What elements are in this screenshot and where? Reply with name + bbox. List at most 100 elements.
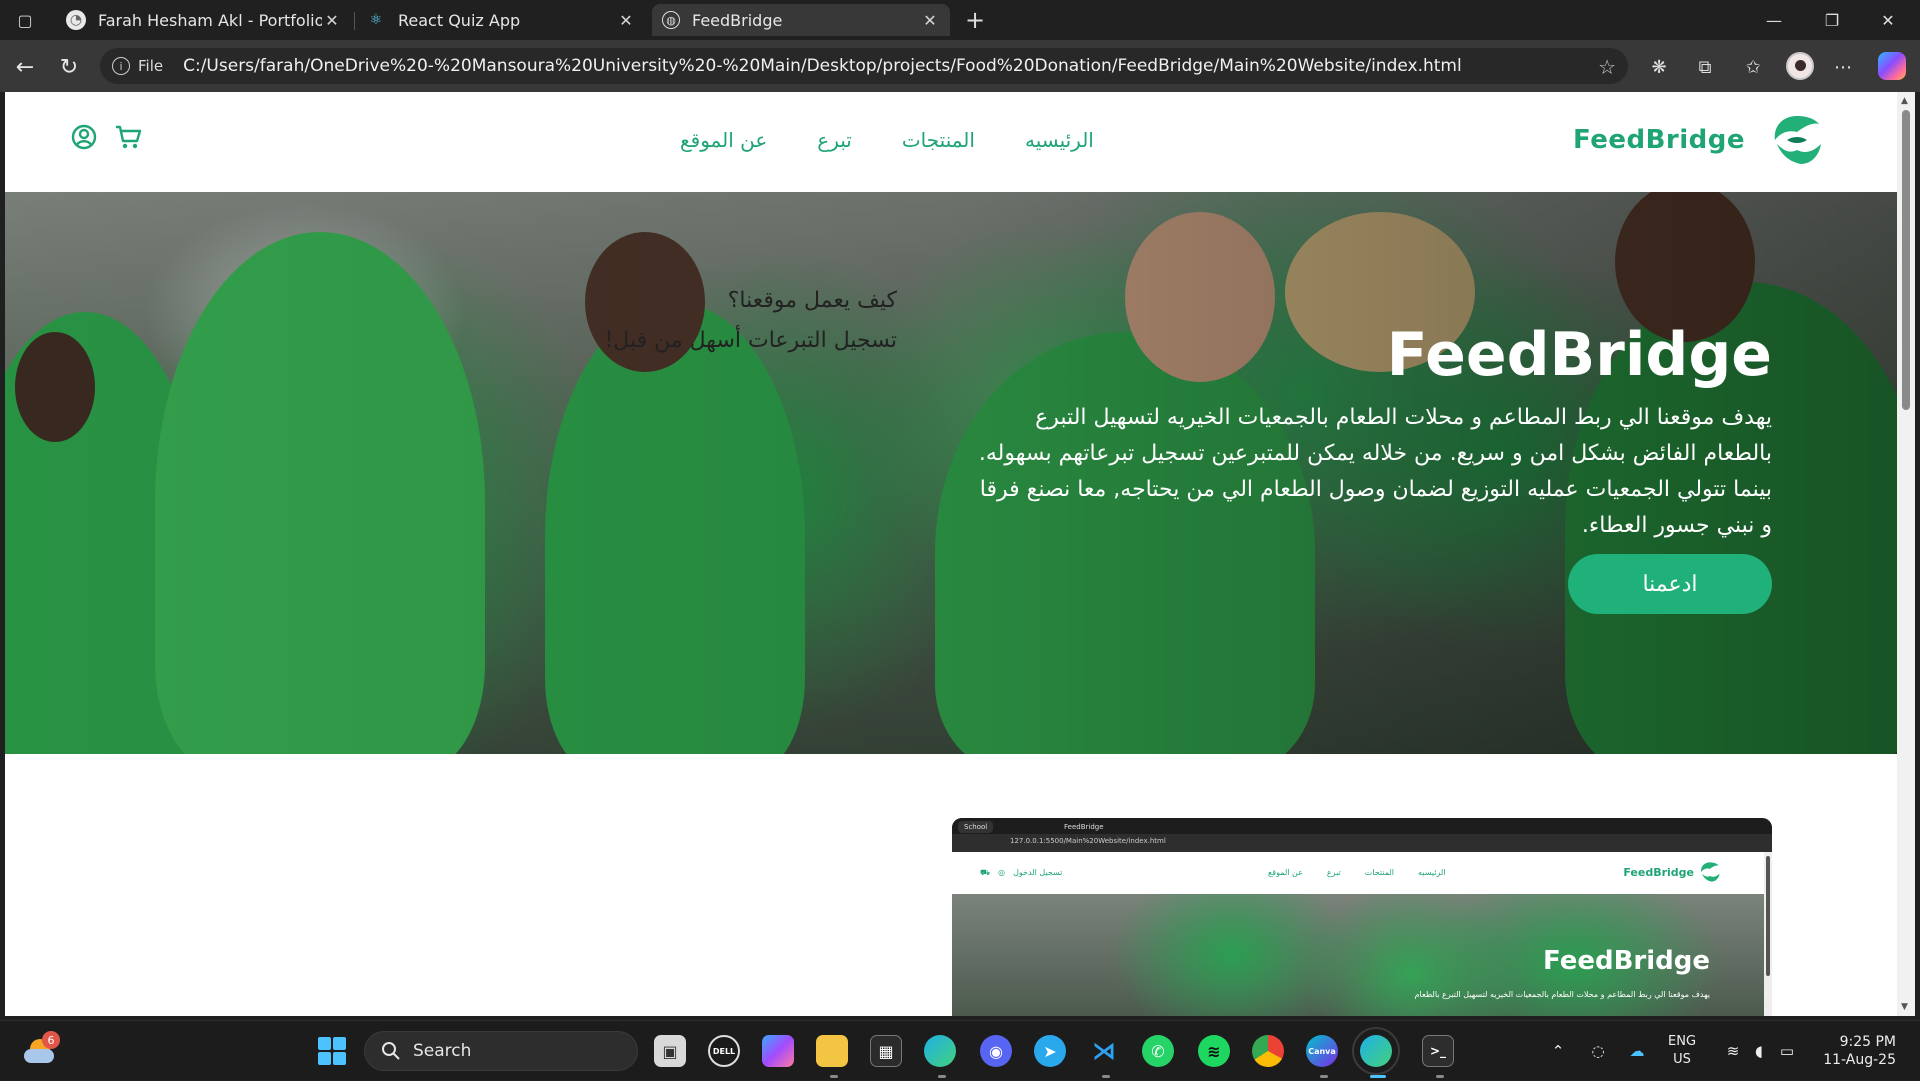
address-bar[interactable]: i File C:/Users/farah/OneDrive%20-%20Man…	[100, 48, 1628, 84]
react-favicon-icon: ⚛	[369, 12, 383, 28]
search-placeholder: Search	[413, 1041, 472, 1061]
tab-react-quiz[interactable]: ⚛ React Quiz App ✕	[356, 4, 646, 36]
clock-time: 9:25 PM	[1839, 1034, 1896, 1050]
info-icon[interactable]: i	[112, 57, 130, 75]
copilot-icon[interactable]	[1878, 52, 1906, 80]
scroll-up-icon[interactable]: ▲	[1901, 96, 1908, 106]
brand-name: FeedBridge	[1573, 125, 1745, 155]
clock-date: 11-Aug-25	[1823, 1052, 1896, 1068]
show-hidden-icons-chevron-icon[interactable]: ⌃	[1544, 1021, 1572, 1081]
extension-gear-icon[interactable]: ❋	[1644, 52, 1674, 82]
preview-scrollbar	[1764, 852, 1772, 1016]
nav-donate[interactable]: تبرع	[817, 128, 852, 152]
close-icon[interactable]: ✕	[920, 11, 940, 30]
user-account-icon[interactable]	[69, 122, 99, 152]
running-indicator	[1320, 1075, 1328, 1078]
browser-titlebar: ▢ ◔ Farah Hesham Akl - Portfolio ✕ ⚛ Rea…	[0, 0, 1920, 40]
battery-icon[interactable]: ▭	[1774, 1021, 1800, 1081]
running-indicator	[938, 1075, 946, 1078]
terminal-icon[interactable]: >_	[1422, 1035, 1454, 1067]
dell-icon[interactable]: DELL	[708, 1035, 740, 1067]
how-it-works-title: كيف يعمل موقعنا؟	[727, 288, 897, 313]
edge-icon[interactable]	[1352, 1027, 1400, 1075]
preview-tab-feedbridge: FeedBridge	[1064, 823, 1104, 831]
preview-header: FeedBridge الرئيسيه المنتجات تبرع عن الم…	[952, 852, 1764, 894]
preview-user-icon: ◎	[998, 868, 1006, 877]
minimize-button[interactable]: —	[1752, 6, 1796, 34]
preview-nav: الرئيسيه المنتجات تبرع عن الموقع	[1268, 868, 1446, 877]
favorites-icon[interactable]: ✩	[1738, 52, 1768, 82]
input-language-indicator[interactable]: ENG US	[1668, 1033, 1696, 1069]
new-tab-button[interactable]: +	[962, 6, 988, 34]
copilot-app-icon[interactable]	[762, 1035, 794, 1067]
windows-start-icon[interactable]	[318, 1037, 346, 1065]
tab-feedbridge[interactable]: ◍ FeedBridge ✕	[652, 4, 950, 36]
nav-home[interactable]: الرئيسيه	[1025, 128, 1094, 152]
vscode-icon[interactable]: ⋊	[1088, 1035, 1120, 1067]
site-preview-screenshot: School FeedBridge 127.0.0.1:5500/Main%20…	[952, 818, 1772, 1016]
preview-nav-home: الرئيسيه	[1417, 868, 1446, 877]
restore-button[interactable]: ❐	[1810, 6, 1854, 34]
preview-hero	[952, 894, 1764, 1016]
spotify-icon[interactable]: ≋	[1198, 1035, 1230, 1067]
whatsapp-icon[interactable]: ✆	[1142, 1035, 1174, 1067]
preview-cart-icon: ⛟	[980, 868, 991, 877]
scrollbar-thumb[interactable]	[1902, 110, 1910, 410]
support-us-button[interactable]: ادعمنا	[1568, 554, 1772, 614]
chrome-icon[interactable]	[1252, 1035, 1284, 1067]
file-explorer-icon[interactable]	[816, 1035, 848, 1067]
microsoft-store-icon[interactable]: ▦	[870, 1035, 902, 1067]
url-text[interactable]: C:/Users/farah/OneDrive%20-%20Mansoura%2…	[183, 56, 1462, 76]
running-indicator	[1102, 1075, 1110, 1078]
running-indicator	[830, 1075, 838, 1078]
preview-login-link: تسجيل الدخول	[1013, 868, 1063, 877]
shopping-cart-icon[interactable]	[113, 122, 143, 152]
how-it-works-subtitle: تسجيل التبرعات أسهل من قبل!	[604, 328, 897, 353]
weather-badge: 6	[42, 1031, 60, 1049]
telegram-icon[interactable]: ➤	[1034, 1035, 1066, 1067]
portfolio-favicon-icon: ◔	[66, 10, 86, 30]
hero-section: FeedBridge يهدف موقعنا الي ربط المطاعم و…	[5, 192, 1897, 754]
tab-title: FeedBridge	[692, 10, 783, 30]
canva-icon[interactable]: Canva	[1306, 1035, 1338, 1067]
preview-header-actions: تسجيل الدخول ◎ ⛟	[980, 868, 1062, 878]
discord-icon[interactable]: ◉	[980, 1035, 1012, 1067]
close-icon[interactable]: ✕	[616, 11, 636, 30]
active-indicator	[1370, 1075, 1386, 1078]
brand[interactable]: FeedBridge	[1573, 110, 1827, 170]
tab-actions-icon[interactable]: ▢	[12, 8, 38, 32]
system-clock[interactable]: 9:25 PM 11-Aug-25	[1816, 1033, 1896, 1069]
volume-icon[interactable]: ◖	[1746, 1021, 1772, 1081]
tab-separator	[354, 12, 355, 30]
tab-title: React Quiz App	[398, 10, 521, 30]
close-window-button[interactable]: ✕	[1866, 6, 1910, 34]
close-icon[interactable]: ✕	[322, 11, 342, 30]
favorite-star-icon[interactable]: ☆	[1598, 55, 1616, 79]
back-button[interactable]: ←	[10, 52, 40, 82]
weather-widget-icon[interactable]: 6	[22, 1031, 60, 1067]
headset-icon[interactable]: ◌	[1584, 1021, 1612, 1081]
profile-avatar[interactable]	[1786, 52, 1814, 80]
reload-button[interactable]: ↻	[54, 52, 84, 82]
page-scrollbar[interactable]: ▲ ▼	[1897, 92, 1915, 1016]
edge-dev-icon[interactable]	[924, 1035, 956, 1067]
preview-nav-donate: تبرع	[1326, 868, 1341, 877]
globe-icon: ◍	[662, 11, 680, 29]
site-header: FeedBridge الرئيسيه المنتجات تبرع عن الم…	[5, 92, 1897, 192]
scroll-down-icon[interactable]: ▼	[1901, 1002, 1908, 1012]
page-viewport: FeedBridge الرئيسيه المنتجات تبرع عن الم…	[5, 92, 1897, 1016]
wifi-icon[interactable]: ≋	[1720, 1021, 1746, 1081]
preview-nav-products: المنتجات	[1364, 868, 1394, 877]
nav-about[interactable]: عن الموقع	[680, 128, 767, 152]
tab-title: Farah Hesham Akl - Portfolio	[98, 10, 322, 30]
onedrive-cloud-icon[interactable]: ☁	[1622, 1021, 1652, 1081]
more-menu-icon[interactable]: ⋯	[1828, 52, 1858, 82]
task-view-icon[interactable]: ▣	[654, 1035, 686, 1067]
nav-products[interactable]: المنتجات	[902, 128, 975, 152]
extensions-puzzle-icon[interactable]: ⧉	[1690, 52, 1720, 82]
preview-url: 127.0.0.1:5500/Main%20Website/index.html	[1010, 837, 1166, 845]
preview-brand: FeedBridge	[1623, 866, 1694, 879]
tab-portfolio[interactable]: ◔ Farah Hesham Akl - Portfolio ✕	[56, 4, 352, 36]
taskbar-search[interactable]: Search	[364, 1031, 638, 1071]
lang-code: ENG	[1668, 1034, 1697, 1049]
